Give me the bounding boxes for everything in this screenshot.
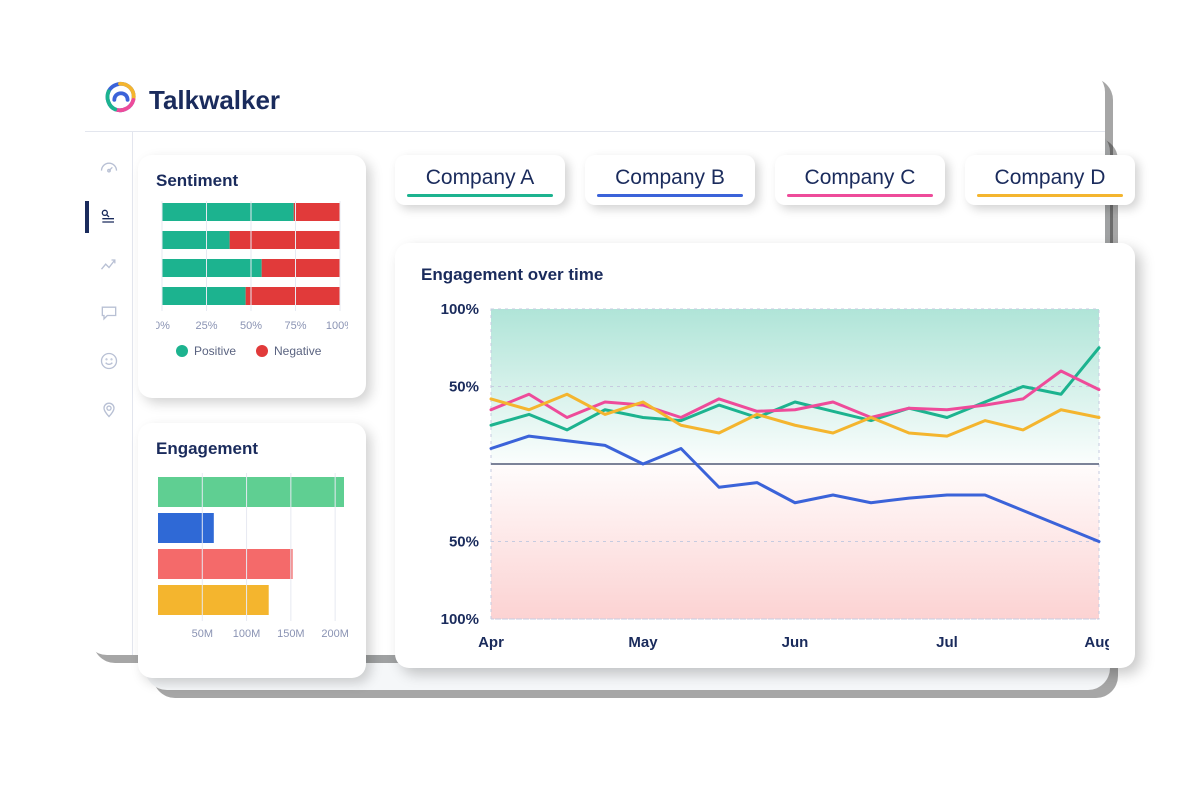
brand-name: Talkwalker <box>149 85 280 116</box>
svg-text:100%: 100% <box>441 301 479 318</box>
side-nav <box>85 132 133 655</box>
engagement-card: Engagement 50M 100M 150M 200M <box>138 423 366 678</box>
smile-icon[interactable] <box>98 350 120 372</box>
svg-text:100M: 100M <box>233 628 261 640</box>
svg-text:100%: 100% <box>441 611 479 628</box>
svg-text:50M: 50M <box>192 628 213 640</box>
tab-underline <box>597 194 743 197</box>
app-header: Talkwalker <box>85 70 1105 132</box>
eot-title: Engagement over time <box>421 265 1109 285</box>
company-tabs: Company A Company B Company C Company D <box>395 155 1135 209</box>
tab-label: Company C <box>805 166 916 190</box>
engagement-title: Engagement <box>156 439 348 459</box>
chat-icon[interactable] <box>98 302 120 324</box>
logo-icon <box>101 79 139 122</box>
engagement-chart: 50M 100M 150M 200M <box>156 459 348 669</box>
svg-text:Jun: Jun <box>782 634 809 651</box>
svg-text:50%: 50% <box>449 379 479 396</box>
sentiment-title: Sentiment <box>156 171 348 191</box>
search-list-icon[interactable] <box>98 206 120 228</box>
svg-text:May: May <box>628 634 658 651</box>
svg-text:0%: 0% <box>156 320 170 332</box>
engagement-over-time-card: Engagement over time 100% 50% 50% 100% Apr Ma… <box>395 243 1135 668</box>
svg-text:100%: 100% <box>326 320 348 332</box>
tab-underline <box>407 194 553 197</box>
tab-company-c[interactable]: Company C <box>775 155 945 205</box>
svg-text:Aug: Aug <box>1084 634 1109 651</box>
tab-company-d[interactable]: Company D <box>965 155 1135 205</box>
tab-company-b[interactable]: Company B <box>585 155 755 205</box>
tab-label: Company A <box>426 166 535 190</box>
sentiment-chart: 0% 25% 50% 75% 100% Positive Negative <box>156 191 348 391</box>
svg-text:Apr: Apr <box>478 634 504 651</box>
pin-icon[interactable] <box>98 398 120 420</box>
tab-label: Company D <box>995 166 1106 190</box>
growth-icon[interactable] <box>98 254 120 276</box>
tab-underline <box>977 194 1123 197</box>
svg-text:200M: 200M <box>321 628 348 640</box>
eot-chart: 100% 50% 50% 100% Apr May Jun Jul Aug <box>421 299 1109 659</box>
sentiment-card: Sentiment 0% 25% 50% 75% 100% Positive Negativ… <box>138 155 366 398</box>
svg-text:150M: 150M <box>277 628 305 640</box>
svg-text:Positive: Positive <box>194 344 236 358</box>
svg-text:50%: 50% <box>449 534 479 551</box>
svg-text:Negative: Negative <box>274 344 322 358</box>
svg-text:50%: 50% <box>240 320 262 332</box>
svg-text:75%: 75% <box>284 320 306 332</box>
tab-underline <box>787 194 933 197</box>
brand: Talkwalker <box>101 79 280 122</box>
tab-company-a[interactable]: Company A <box>395 155 565 205</box>
svg-text:Jul: Jul <box>936 634 958 651</box>
tab-label: Company B <box>615 166 725 190</box>
svg-text:25%: 25% <box>195 320 217 332</box>
gauge-icon[interactable] <box>98 158 120 180</box>
